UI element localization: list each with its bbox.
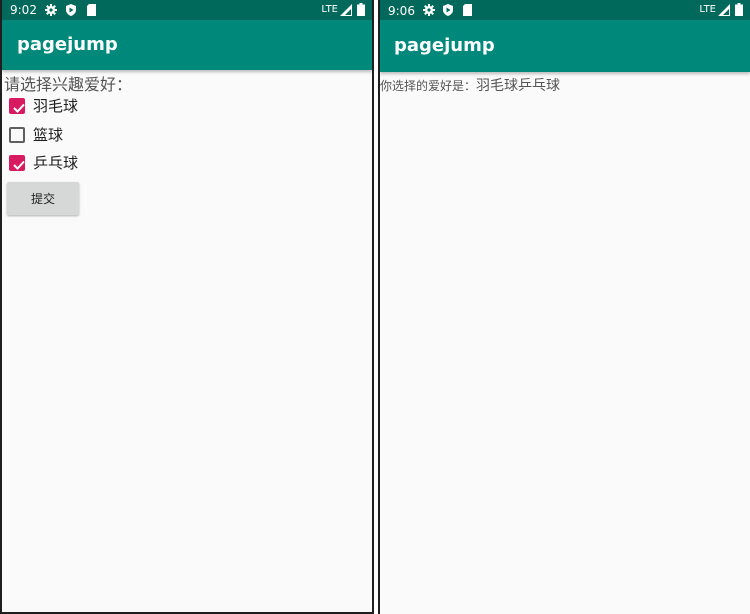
- checkbox-box[interactable]: [9, 98, 25, 114]
- network-type: LTE: [699, 4, 716, 15]
- phone-screen-left: 9:02 LTE pagejump 请选择兴趣爱好： 羽毛球 篮球 乒乓球 提交: [0, 0, 374, 614]
- app-title: pagejump: [394, 35, 495, 56]
- checkbox-label: 羽毛球: [33, 97, 79, 115]
- result-label: 你选择的爱好是：: [380, 79, 477, 93]
- app-title: pagejump: [17, 34, 118, 55]
- signal-icon: [718, 4, 730, 16]
- settings-icon: [45, 4, 57, 16]
- signal-icon: [340, 4, 352, 16]
- settings-icon: [423, 4, 435, 16]
- result-value: 羽毛球乒乓球: [476, 78, 561, 94]
- status-bar: 9:02 LTE: [2, 0, 372, 20]
- network-type: LTE: [321, 4, 338, 15]
- submit-button[interactable]: 提交: [7, 182, 79, 215]
- battery-icon: [735, 3, 743, 16]
- status-bar: 9:06 LTE: [380, 0, 750, 20]
- status-time: 9:06: [388, 4, 415, 18]
- phone-screen-right: 9:06 LTE pagejump 你选择的爱好是：羽毛球乒乓球: [378, 0, 750, 614]
- check-icon: [13, 160, 25, 170]
- status-time: 9:02: [10, 3, 37, 17]
- shield-icon: [443, 4, 453, 16]
- checkbox-box[interactable]: [9, 155, 25, 171]
- app-bar: pagejump: [380, 20, 750, 72]
- checkbox-label: 篮球: [33, 126, 64, 144]
- hobby-prompt: 请选择兴趣爱好：: [4, 75, 133, 94]
- checkbox-box[interactable]: [9, 127, 25, 143]
- sd-card-icon: [463, 4, 472, 16]
- sd-card-icon: [87, 4, 96, 16]
- battery-icon: [357, 3, 365, 16]
- check-icon: [13, 103, 25, 113]
- result-text: 你选择的爱好是：羽毛球乒乓球: [380, 75, 560, 95]
- checkbox-label: 乒乓球: [33, 154, 79, 172]
- app-bar: pagejump: [2, 20, 372, 70]
- shield-icon: [66, 4, 76, 16]
